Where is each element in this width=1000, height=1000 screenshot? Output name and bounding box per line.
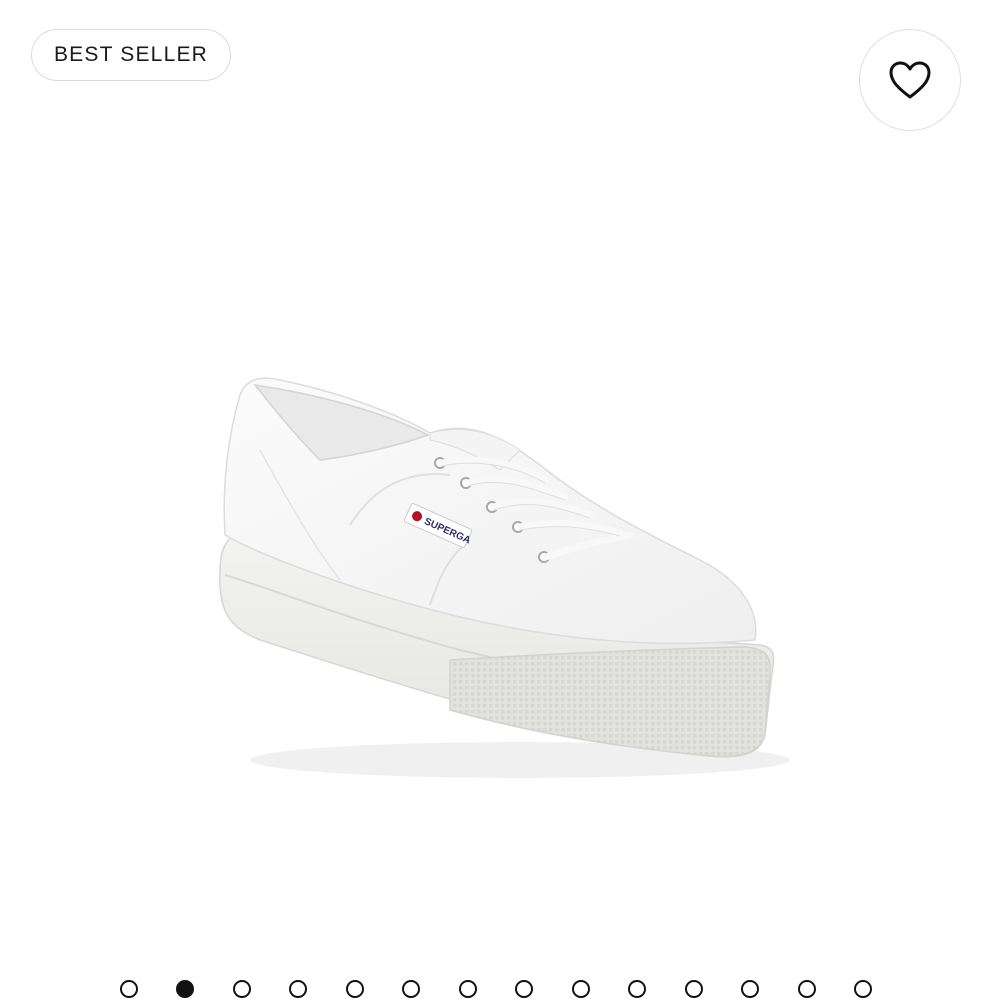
product-image[interactable]: SUPERGA xyxy=(200,355,800,785)
heart-outline-icon xyxy=(889,61,931,99)
carousel-dot-7[interactable] xyxy=(459,980,477,998)
carousel-pagination xyxy=(0,978,1000,1000)
carousel-dot-1[interactable] xyxy=(120,980,138,998)
carousel-dot-12[interactable] xyxy=(741,980,759,998)
product-gallery: BEST SELLER SUPERGA xyxy=(0,0,1000,1000)
carousel-dot-10[interactable] xyxy=(628,980,646,998)
carousel-dot-5[interactable] xyxy=(346,980,364,998)
best-seller-badge: BEST SELLER xyxy=(31,29,231,81)
wishlist-button[interactable] xyxy=(859,29,961,131)
carousel-dot-14[interactable] xyxy=(854,980,872,998)
carousel-dot-2[interactable] xyxy=(176,980,194,998)
carousel-dot-4[interactable] xyxy=(289,980,307,998)
badge-label: BEST SELLER xyxy=(53,43,209,66)
carousel-dot-11[interactable] xyxy=(685,980,703,998)
carousel-dot-6[interactable] xyxy=(402,980,420,998)
carousel-dot-13[interactable] xyxy=(798,980,816,998)
carousel-dot-3[interactable] xyxy=(233,980,251,998)
carousel-dot-9[interactable] xyxy=(572,980,590,998)
carousel-dot-8[interactable] xyxy=(515,980,533,998)
shoe-toe-cap xyxy=(449,646,772,758)
